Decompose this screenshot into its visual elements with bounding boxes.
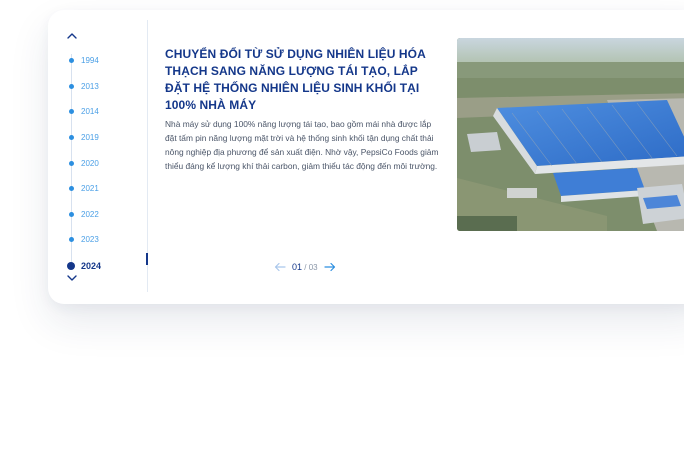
year-dot bbox=[69, 211, 74, 217]
year-item-1994[interactable]: 1994 bbox=[66, 48, 101, 74]
year-dot bbox=[69, 58, 74, 64]
milestone-title: CHUYỂN ĐỔI TỪ SỬ DỤNG NHIÊN LIỆU HÓA THẠ… bbox=[165, 47, 426, 112]
year-item-2014[interactable]: 2014 bbox=[66, 99, 101, 125]
year-dot-active bbox=[67, 261, 75, 270]
year-item-2021[interactable]: 2021 bbox=[66, 176, 101, 202]
year-label: 2020 bbox=[81, 158, 99, 168]
next-arrow-icon[interactable] bbox=[324, 262, 336, 272]
year-label: 2013 bbox=[81, 81, 99, 91]
year-item-2019[interactable]: 2019 bbox=[66, 125, 101, 151]
timeline-up-arrow-icon[interactable] bbox=[66, 30, 78, 42]
year-list: 1994 2013 2014 2019 2020 2021 2022 2023 … bbox=[66, 48, 101, 278]
year-dot bbox=[69, 237, 74, 243]
year-item-2023[interactable]: 2023 bbox=[66, 227, 101, 253]
year-item-2022[interactable]: 2022 bbox=[66, 202, 101, 228]
year-label: 2021 bbox=[81, 184, 99, 194]
year-label: 1994 bbox=[81, 56, 99, 66]
year-item-2013[interactable]: 2013 bbox=[66, 74, 101, 100]
milestone-description: Nhà máy sử dụng 100% năng lượng tái tạo,… bbox=[165, 119, 439, 171]
timeline-divider bbox=[147, 20, 148, 292]
year-dot bbox=[69, 83, 74, 89]
page-separator: / bbox=[304, 263, 307, 272]
year-label: 2014 bbox=[81, 107, 99, 117]
year-label: 2023 bbox=[81, 235, 99, 245]
page-indicator: 01 / 03 bbox=[292, 262, 318, 272]
milestone-card: 1994 2013 2014 2019 2020 2021 2022 2023 … bbox=[48, 10, 684, 304]
year-label: 2022 bbox=[81, 209, 99, 219]
year-dot bbox=[69, 160, 74, 166]
current-page: 01 bbox=[292, 262, 303, 272]
year-label-active: 2024 bbox=[81, 260, 102, 271]
year-dot bbox=[69, 135, 74, 141]
timeline-down-arrow-icon[interactable] bbox=[66, 272, 78, 284]
total-pages: 03 bbox=[308, 263, 318, 272]
year-dot bbox=[69, 186, 74, 192]
factory-photo bbox=[457, 38, 684, 231]
year-timeline: 1994 2013 2014 2019 2020 2021 2022 2023 … bbox=[66, 30, 148, 290]
active-year-marker bbox=[146, 253, 148, 265]
year-dot bbox=[69, 109, 74, 115]
year-label: 2019 bbox=[81, 133, 99, 143]
milestone-content: CHUYỂN ĐỔI TỪ SỬ DỤNG NHIÊN LIỆU HÓA THẠ… bbox=[165, 46, 440, 173]
slide-pager: 01 / 03 bbox=[274, 262, 336, 272]
prev-arrow-icon[interactable] bbox=[274, 262, 286, 272]
year-item-2020[interactable]: 2020 bbox=[66, 150, 101, 176]
